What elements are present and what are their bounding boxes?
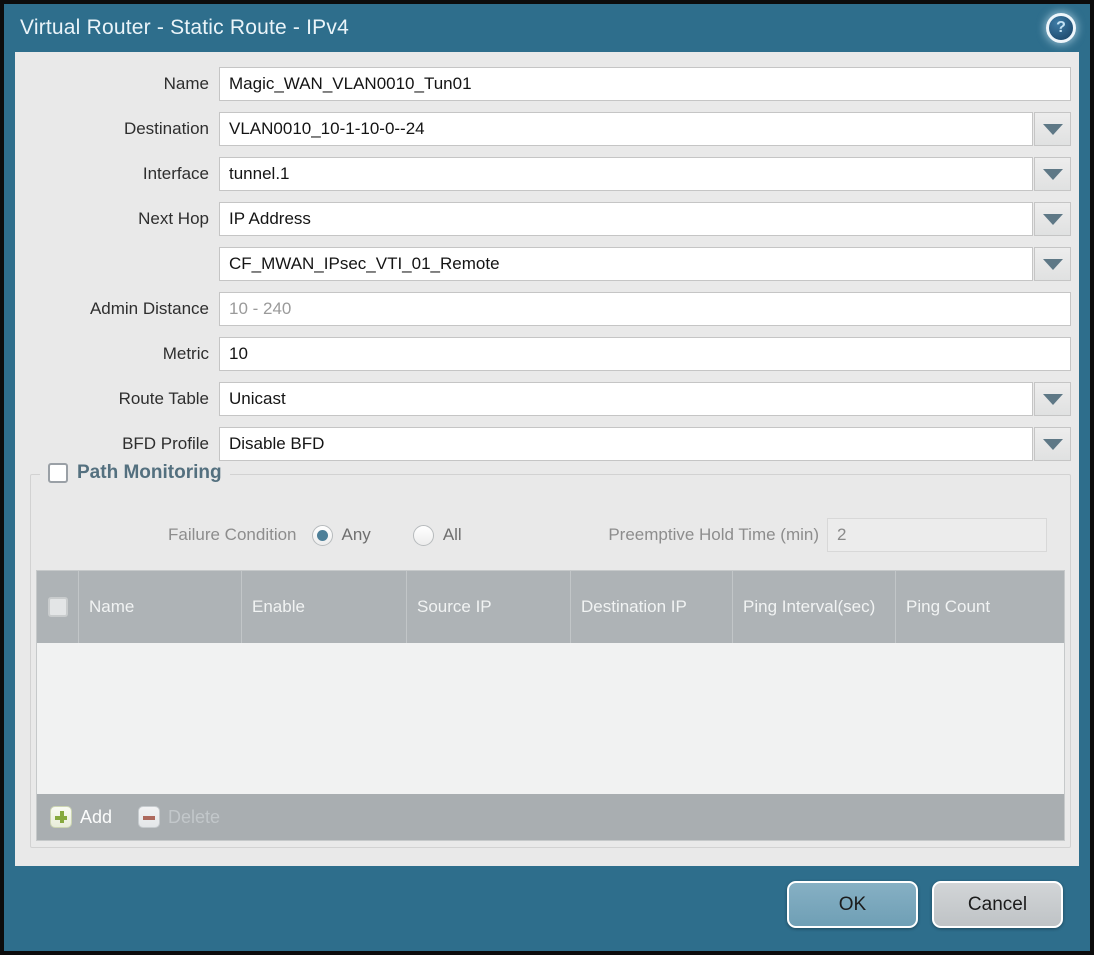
destination-dropdown-button[interactable] bbox=[1034, 112, 1071, 146]
preemptive-hold-time-label: Preemptive Hold Time (min) bbox=[608, 525, 819, 544]
metric-row: Metric bbox=[15, 337, 1071, 371]
destination-row: Destination bbox=[15, 112, 1071, 146]
chevron-down-icon bbox=[1042, 258, 1063, 270]
route-table-dropdown-button[interactable] bbox=[1034, 382, 1071, 416]
failure-condition-all-label: All bbox=[442, 525, 462, 544]
next-hop-type-dropdown-button[interactable] bbox=[1034, 202, 1071, 236]
path-monitoring-table: Name Enable Source IP Destination IP Pin… bbox=[36, 570, 1065, 841]
metric-label: Metric bbox=[162, 344, 209, 363]
name-input[interactable] bbox=[219, 67, 1071, 101]
chevron-down-icon bbox=[1042, 438, 1063, 450]
failure-condition-all-radio[interactable] bbox=[412, 524, 434, 546]
chevron-down-icon bbox=[1042, 168, 1063, 180]
destination-label: Destination bbox=[123, 119, 209, 138]
next-hop-address-input[interactable] bbox=[219, 247, 1033, 281]
table-footer: Add Delete bbox=[37, 794, 1064, 840]
next-hop-type-input[interactable] bbox=[219, 202, 1033, 236]
failure-condition-row: Failure Condition Any All Preemptive Hol… bbox=[36, 517, 1047, 553]
table-body-empty bbox=[37, 643, 1064, 794]
interface-dropdown-button[interactable] bbox=[1034, 157, 1071, 191]
column-header-destination-ip[interactable]: Destination IP bbox=[571, 571, 733, 643]
route-table-row: Route Table bbox=[15, 382, 1071, 416]
next-hop-label: Next Hop bbox=[138, 209, 209, 228]
next-hop-row: Next Hop bbox=[15, 202, 1071, 236]
bfd-profile-input[interactable] bbox=[219, 427, 1033, 461]
plus-icon bbox=[50, 806, 72, 828]
dialog-content: Name Destination Interface Next Hop bbox=[15, 52, 1079, 866]
chevron-down-icon bbox=[1042, 213, 1063, 225]
route-table-input[interactable] bbox=[219, 382, 1033, 416]
dialog-titlebar: Virtual Router - Static Route - IPv4 ? bbox=[4, 4, 1090, 52]
help-icon[interactable]: ? bbox=[1046, 13, 1076, 43]
bfd-profile-dropdown-button[interactable] bbox=[1034, 427, 1071, 461]
destination-input[interactable] bbox=[219, 112, 1033, 146]
admin-distance-input[interactable] bbox=[219, 292, 1071, 326]
name-label: Name bbox=[163, 74, 209, 93]
failure-condition-any-radio[interactable] bbox=[311, 524, 333, 546]
add-button[interactable]: Add bbox=[50, 806, 112, 828]
interface-label: Interface bbox=[142, 164, 209, 183]
column-header-ping-count[interactable]: Ping Count bbox=[896, 571, 1064, 643]
interface-input[interactable] bbox=[219, 157, 1033, 191]
select-all-checkbox[interactable] bbox=[47, 597, 68, 617]
minus-icon bbox=[138, 806, 161, 828]
ok-button[interactable]: OK bbox=[787, 881, 918, 928]
cancel-button[interactable]: Cancel bbox=[932, 881, 1063, 928]
table-header: Name Enable Source IP Destination IP Pin… bbox=[37, 571, 1064, 643]
name-row: Name bbox=[15, 67, 1071, 101]
chevron-down-icon bbox=[1042, 393, 1063, 405]
column-header-source-ip[interactable]: Source IP bbox=[407, 571, 571, 643]
chevron-down-icon bbox=[1042, 123, 1063, 135]
next-hop-address-dropdown-button[interactable] bbox=[1034, 247, 1071, 281]
bfd-profile-label: BFD Profile bbox=[122, 434, 209, 453]
path-monitoring-section: Path Monitoring Failure Condition Any Al… bbox=[30, 462, 1071, 848]
bfd-profile-row: BFD Profile bbox=[15, 427, 1071, 461]
admin-distance-label: Admin Distance bbox=[89, 299, 209, 318]
path-monitoring-legend: Path Monitoring bbox=[40, 462, 230, 484]
column-header-enable[interactable]: Enable bbox=[242, 571, 407, 643]
failure-condition-label: Failure Condition bbox=[168, 525, 297, 544]
next-hop-address-row bbox=[15, 247, 1071, 281]
delete-button-label: Delete bbox=[168, 806, 221, 827]
route-table-label: Route Table bbox=[118, 389, 209, 408]
column-header-ping-interval[interactable]: Ping Interval(sec) bbox=[733, 571, 896, 643]
select-all-cell bbox=[37, 571, 79, 643]
metric-input[interactable] bbox=[219, 337, 1071, 371]
admin-distance-row: Admin Distance bbox=[15, 292, 1071, 326]
add-button-label: Add bbox=[80, 806, 113, 827]
dialog-title: Virtual Router - Static Route - IPv4 bbox=[20, 16, 349, 39]
column-header-name[interactable]: Name bbox=[79, 571, 242, 643]
path-monitoring-checkbox[interactable] bbox=[48, 463, 68, 483]
static-route-dialog: Virtual Router - Static Route - IPv4 ? N… bbox=[0, 0, 1094, 955]
radio-selected-dot bbox=[316, 529, 328, 541]
delete-button[interactable]: Delete bbox=[138, 806, 220, 828]
interface-row: Interface bbox=[15, 157, 1071, 191]
preemptive-hold-time-input[interactable] bbox=[827, 518, 1047, 552]
path-monitoring-title: Path Monitoring bbox=[77, 462, 222, 483]
failure-condition-any-label: Any bbox=[341, 525, 371, 544]
dialog-footer: OK Cancel bbox=[4, 866, 1090, 951]
